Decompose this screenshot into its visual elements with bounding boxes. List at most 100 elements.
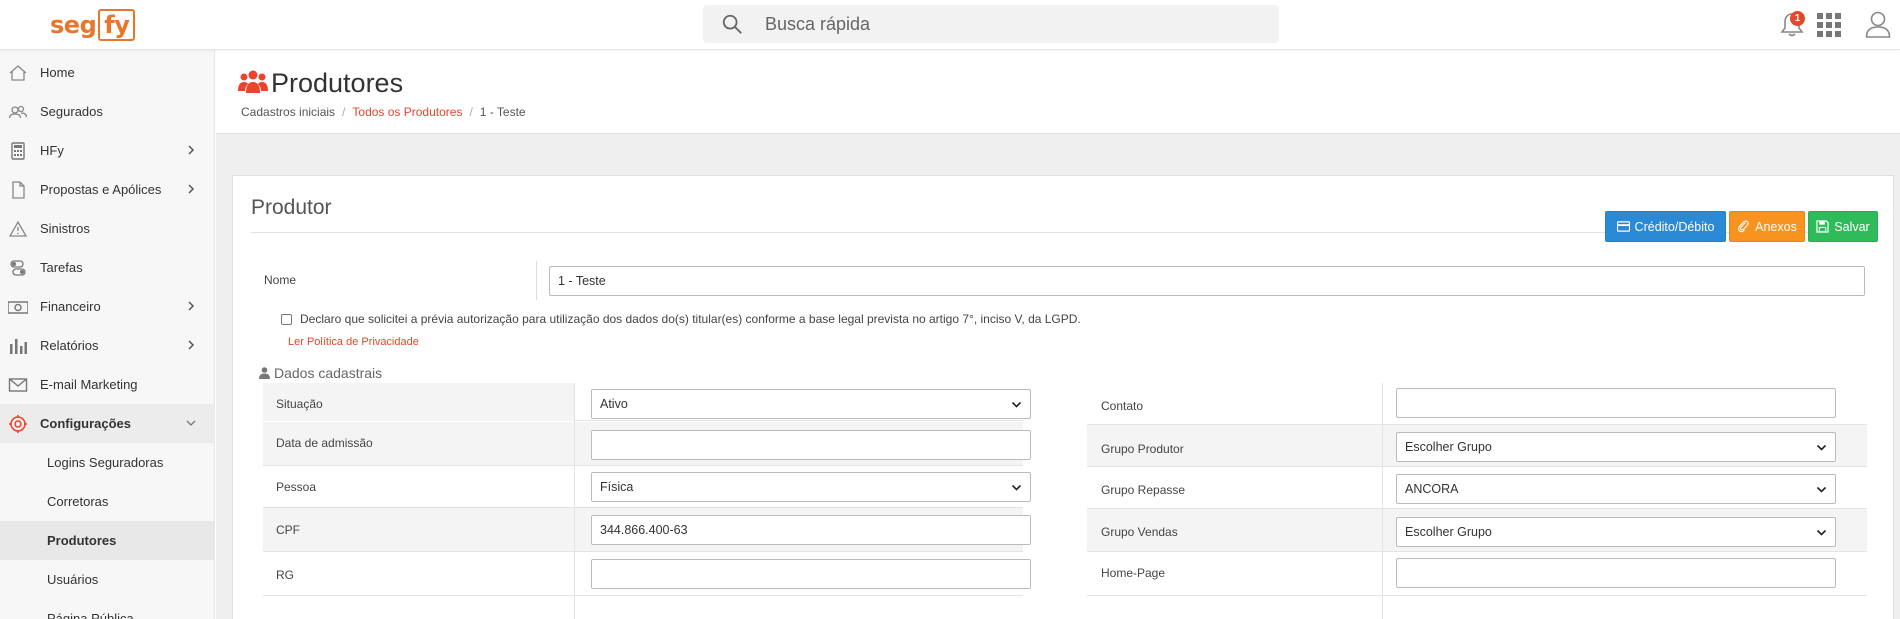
sidebar-subitem-produtores[interactable]: Produtores [0,521,215,560]
breadcrumb-item: Cadastros iniciais [241,105,336,119]
users-group-icon [238,70,268,93]
breadcrumb-link[interactable]: Todos os Produtores [352,105,462,119]
credit-card-icon [1616,221,1630,232]
data-admissao-label: Data de admissão [276,436,373,450]
home-icon [9,65,27,81]
sidebar-subitem-label: Corretoras [47,494,109,509]
sidebar-item-home[interactable]: Home [0,53,215,92]
sidebar-item-hfy[interactable]: HFy [0,131,215,170]
sidebar-item-segurados[interactable]: Segurados [0,92,215,131]
logo-text-left: seg [50,10,97,39]
contato-input[interactable] [1396,388,1836,418]
sidebar-item-label: HFy [40,143,64,158]
apps-grid-icon[interactable] [1817,13,1841,37]
sidebar-item-relatorios[interactable]: Relatórios [0,326,215,365]
sidebar-subitem-logins-seguradoras[interactable]: Logins Seguradoras [0,443,215,482]
nome-input[interactable]: 1 - Teste [549,266,1865,296]
sidebar-subitem-label: Usuários [47,572,99,587]
situacao-select[interactable]: Ativo [591,389,1031,419]
lgpd-declaration: Declaro que solicitei a prévia autorizaç… [300,312,1081,326]
chevron-right-icon [188,184,195,194]
sidebar-subitem-label: Página Pública [47,611,134,619]
produtor-card: Produtor Crédito/Débito Anexos Salvar No… [232,175,1894,619]
data-admissao-input[interactable] [591,430,1031,460]
divider [574,383,575,619]
chevron-down-icon [1816,486,1827,493]
warning-icon [8,220,28,237]
section-title: Dados cadastrais [274,365,383,381]
grupo-vendas-select[interactable]: Escolher Grupo [1396,517,1836,547]
sidebar-item-financeiro[interactable]: Financeiro [0,287,215,326]
sidebar-item-configuracoes[interactable]: Configurações [0,404,215,443]
select-value: ANCORA [1405,482,1459,496]
quick-search[interactable] [703,5,1279,43]
sidebar-subitem-usuarios[interactable]: Usuários [0,560,215,599]
main-content: Produtores Cadastros iniciais / Todos os… [216,50,1900,619]
user-icon[interactable] [1865,10,1891,38]
sidebar-item-propostas[interactable]: Propostas e Apólices [0,170,215,209]
sidebar-subitem-label: Logins Seguradoras [47,455,164,470]
pessoa-select[interactable]: Física [591,472,1031,502]
segfy-logo[interactable]: seg fy [50,8,136,41]
search-input[interactable] [765,13,1245,35]
divider [536,261,537,300]
sidebar-item-label: Tarefas [40,260,83,275]
cpf-label: CPF [276,523,300,537]
grupo-produtor-label: Grupo Produtor [1101,442,1184,456]
button-label: Anexos [1755,219,1797,234]
breadcrumb-separator: / [469,105,473,119]
select-value: Física [600,480,634,494]
floppy-disk-icon [1816,220,1829,233]
grupo-repasse-select[interactable]: ANCORA [1396,474,1836,504]
credito-debito-button[interactable]: Crédito/Débito [1605,211,1726,242]
chevron-right-icon [188,340,195,350]
sidebar-subitem-label: Produtores [47,533,117,548]
document-icon [12,181,25,199]
sidebar-subitem-corretoras[interactable]: Corretoras [0,482,215,521]
sidebar-subitem-pagina-publica[interactable]: Página Pública [0,599,215,619]
sidebar-item-label: Relatórios [40,338,99,353]
toggles-icon [10,260,26,276]
divider [1382,383,1383,619]
envelope-icon [8,378,28,392]
page-header: Produtores Cadastros iniciais / Todos os… [216,50,1900,134]
button-label: Crédito/Débito [1634,219,1715,234]
chevron-down-icon [1011,484,1022,491]
grupo-produtor-select[interactable]: Escolher Grupo [1396,432,1836,462]
contato-label: Contato [1101,399,1144,413]
rg-label: RG [276,568,294,582]
home-page-label: Home-Page [1101,566,1166,580]
logo-text-right: fy [98,8,136,41]
section-heading: Dados cadastrais [259,365,382,381]
users-icon [8,105,28,119]
grupo-vendas-label: Grupo Vendas [1101,525,1178,539]
privacy-policy-link[interactable]: Ler Política de Privacidade [288,336,419,348]
button-label: Salvar [1834,219,1870,234]
paperclip-icon [1738,220,1749,233]
search-icon [722,14,742,34]
chevron-down-icon [1816,444,1827,451]
money-icon [8,301,28,314]
cpf-input[interactable]: 344.866.400-63 [591,515,1031,545]
salvar-button[interactable]: Salvar [1808,211,1878,242]
select-value: Ativo [600,397,628,411]
sidebar-item-label: E-mail Marketing [40,377,138,392]
rg-input[interactable] [591,559,1031,589]
breadcrumb-current: 1 - Teste [479,105,526,119]
sidebar-item-email-marketing[interactable]: E-mail Marketing [0,365,215,404]
page-title: Produtores [271,68,404,98]
select-value: Escolher Grupo [1405,440,1492,454]
sidebar-item-label: Propostas e Apólices [40,182,162,197]
chevron-down-icon [1011,401,1022,408]
chevron-down-icon [1816,529,1827,536]
sidebar-item-sinistros[interactable]: Sinistros [0,209,215,248]
sidebar: Home Segurados HFy Propostas e Apólices … [0,50,215,619]
lgpd-checkbox[interactable] [281,314,292,325]
anexos-button[interactable]: Anexos [1729,211,1805,242]
home-page-input[interactable] [1396,558,1836,588]
sidebar-item-label: Configurações [40,416,132,431]
grupo-repasse-label: Grupo Repasse [1101,483,1186,497]
breadcrumb-separator: / [342,105,346,119]
sidebar-item-tarefas[interactable]: Tarefas [0,248,215,287]
sidebar-item-label: Sinistros [40,221,90,236]
